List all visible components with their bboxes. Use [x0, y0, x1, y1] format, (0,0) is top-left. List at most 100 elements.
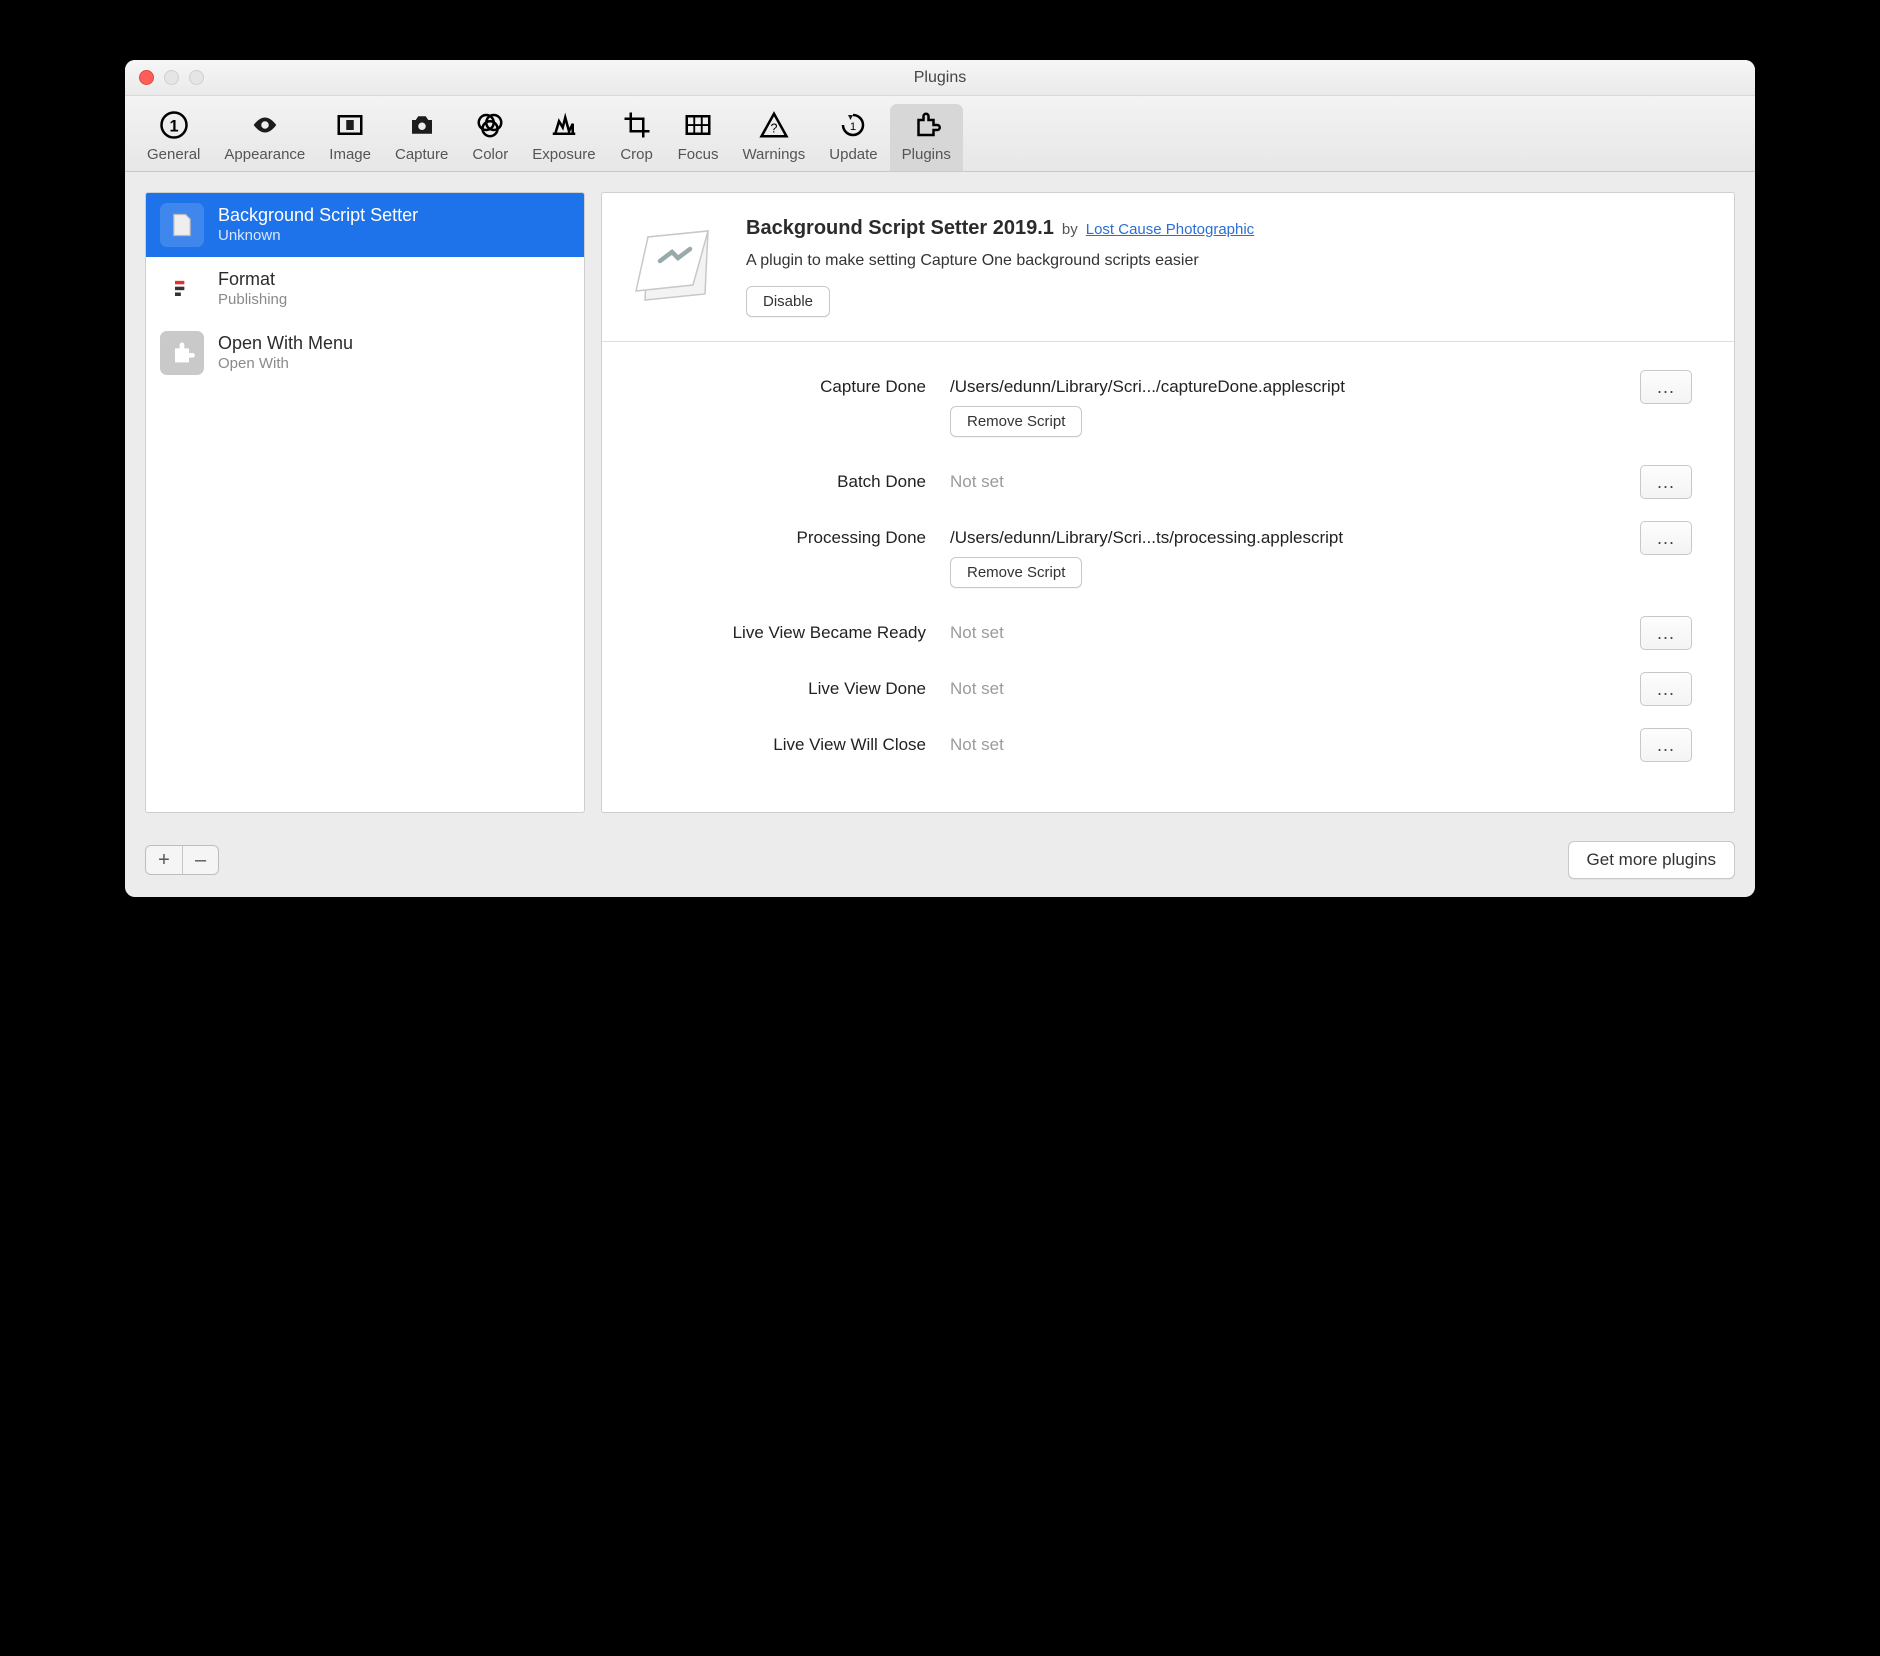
tab-capture[interactable]: Capture: [383, 104, 460, 171]
puzzle-icon: [160, 331, 204, 375]
setting-value: Not set: [950, 623, 1616, 643]
plugin-large-icon: [628, 217, 728, 317]
plugin-item-title: Open With Menu: [218, 332, 353, 355]
tab-plugins[interactable]: Plugins: [890, 104, 963, 171]
get-more-plugins-button[interactable]: Get more plugins: [1568, 841, 1735, 879]
setting-value: Not set: [950, 735, 1616, 755]
browse-button[interactable]: ...: [1640, 370, 1692, 404]
plugin-settings: Capture Done /Users/edunn/Library/Scri..…: [602, 342, 1734, 812]
plugin-item-title: Background Script Setter: [218, 204, 418, 227]
remove-plugin-button[interactable]: –: [182, 846, 218, 874]
tab-image[interactable]: Image: [317, 104, 383, 171]
focus-grid-icon: [681, 110, 715, 140]
browse-button[interactable]: ...: [1640, 616, 1692, 650]
traffic-lights: [139, 70, 204, 85]
image-icon: [333, 110, 367, 140]
svg-text:?: ?: [770, 122, 777, 136]
warning-icon: ?: [757, 110, 791, 140]
setting-value: /Users/edunn/Library/Scri...ts/processin…: [950, 528, 1616, 548]
browse-button[interactable]: ...: [1640, 728, 1692, 762]
plugin-item-subtitle: Publishing: [218, 291, 287, 310]
setting-row-live-view-close: Live View Will Close Not set ...: [636, 728, 1700, 762]
minimize-icon[interactable]: [164, 70, 179, 85]
plugin-description: A plugin to make setting Capture One bac…: [746, 252, 1708, 270]
update-icon: 1: [836, 110, 870, 140]
preferences-toolbar: 1 General Appearance Image Capture Color…: [125, 96, 1755, 172]
tab-label: Plugins: [902, 146, 951, 163]
window-title: Plugins: [914, 69, 966, 87]
close-icon[interactable]: [139, 70, 154, 85]
setting-value: /Users/edunn/Library/Scri.../captureDone…: [950, 377, 1616, 397]
remove-script-button[interactable]: Remove Script: [950, 406, 1082, 437]
setting-row-live-view-ready: Live View Became Ready Not set ...: [636, 616, 1700, 650]
tab-label: Image: [329, 146, 371, 163]
setting-label: Live View Done: [636, 679, 926, 699]
script-icon: [160, 203, 204, 247]
browse-button[interactable]: ...: [1640, 672, 1692, 706]
content-area: Background Script Setter Unknown Format …: [125, 172, 1755, 833]
plugin-item-subtitle: Open With: [218, 355, 353, 374]
tab-label: Exposure: [532, 146, 595, 163]
tab-crop[interactable]: Crop: [608, 104, 666, 171]
tab-label: Update: [829, 146, 877, 163]
tab-warnings[interactable]: ? Warnings: [730, 104, 817, 171]
histogram-icon: [547, 110, 581, 140]
setting-label: Batch Done: [636, 472, 926, 492]
browse-button[interactable]: ...: [1640, 465, 1692, 499]
svg-text:1: 1: [169, 117, 178, 135]
tab-update[interactable]: 1 Update: [817, 104, 889, 171]
tab-focus[interactable]: Focus: [666, 104, 731, 171]
format-icon: [160, 267, 204, 311]
setting-value: Not set: [950, 472, 1616, 492]
setting-label: Live View Will Close: [636, 735, 926, 755]
setting-value: Not set: [950, 679, 1616, 699]
plugin-item-title: Format: [218, 268, 287, 291]
tab-label: Appearance: [224, 146, 305, 163]
add-plugin-button[interactable]: +: [146, 846, 182, 874]
tab-label: Warnings: [742, 146, 805, 163]
plugin-detail: Background Script Setter 2019.1 by Lost …: [601, 192, 1735, 813]
general-icon: 1: [157, 110, 191, 140]
tab-label: Crop: [620, 146, 653, 163]
plugin-list-item-open-with[interactable]: Open With Menu Open With: [146, 321, 584, 385]
plugin-header: Background Script Setter 2019.1 by Lost …: [602, 193, 1734, 342]
disable-button[interactable]: Disable: [746, 286, 830, 317]
tab-label: Color: [472, 146, 508, 163]
tab-general[interactable]: 1 General: [135, 104, 212, 171]
tab-exposure[interactable]: Exposure: [520, 104, 607, 171]
browse-button[interactable]: ...: [1640, 521, 1692, 555]
svg-text:1: 1: [850, 121, 856, 133]
setting-row-live-view-done: Live View Done Not set ...: [636, 672, 1700, 706]
remove-row-processing-done: Remove Script: [636, 557, 1700, 588]
color-icon: [473, 110, 507, 140]
setting-row-batch-done: Batch Done Not set ...: [636, 465, 1700, 499]
plugins-list: Background Script Setter Unknown Format …: [145, 192, 585, 813]
eye-icon: [248, 110, 282, 140]
tab-color[interactable]: Color: [460, 104, 520, 171]
setting-label: Capture Done: [636, 377, 926, 397]
plugin-list-item-background-script-setter[interactable]: Background Script Setter Unknown: [146, 193, 584, 257]
preferences-window: Plugins 1 General Appearance Image Captu…: [125, 60, 1755, 897]
plugin-title: Background Script Setter 2019.1: [746, 217, 1054, 240]
remove-script-button[interactable]: Remove Script: [950, 557, 1082, 588]
setting-row-capture-done: Capture Done /Users/edunn/Library/Scri..…: [636, 370, 1700, 404]
plugin-item-subtitle: Unknown: [218, 227, 418, 246]
setting-row-processing-done: Processing Done /Users/edunn/Library/Scr…: [636, 521, 1700, 555]
zoom-icon[interactable]: [189, 70, 204, 85]
titlebar: Plugins: [125, 60, 1755, 96]
footer: + – Get more plugins: [125, 833, 1755, 897]
tab-label: Capture: [395, 146, 448, 163]
tab-label: General: [147, 146, 200, 163]
setting-label: Live View Became Ready: [636, 623, 926, 643]
crop-icon: [620, 110, 654, 140]
plugin-by-label: by: [1062, 221, 1078, 238]
remove-row-capture-done: Remove Script: [636, 406, 1700, 437]
tab-appearance[interactable]: Appearance: [212, 104, 317, 171]
setting-label: Processing Done: [636, 528, 926, 548]
plugin-author-link[interactable]: Lost Cause Photographic: [1086, 221, 1254, 238]
plugin-icon: [909, 110, 943, 140]
add-remove-group: + –: [145, 845, 219, 875]
plugin-list-item-format[interactable]: Format Publishing: [146, 257, 584, 321]
tab-label: Focus: [678, 146, 719, 163]
camera-icon: [405, 110, 439, 140]
